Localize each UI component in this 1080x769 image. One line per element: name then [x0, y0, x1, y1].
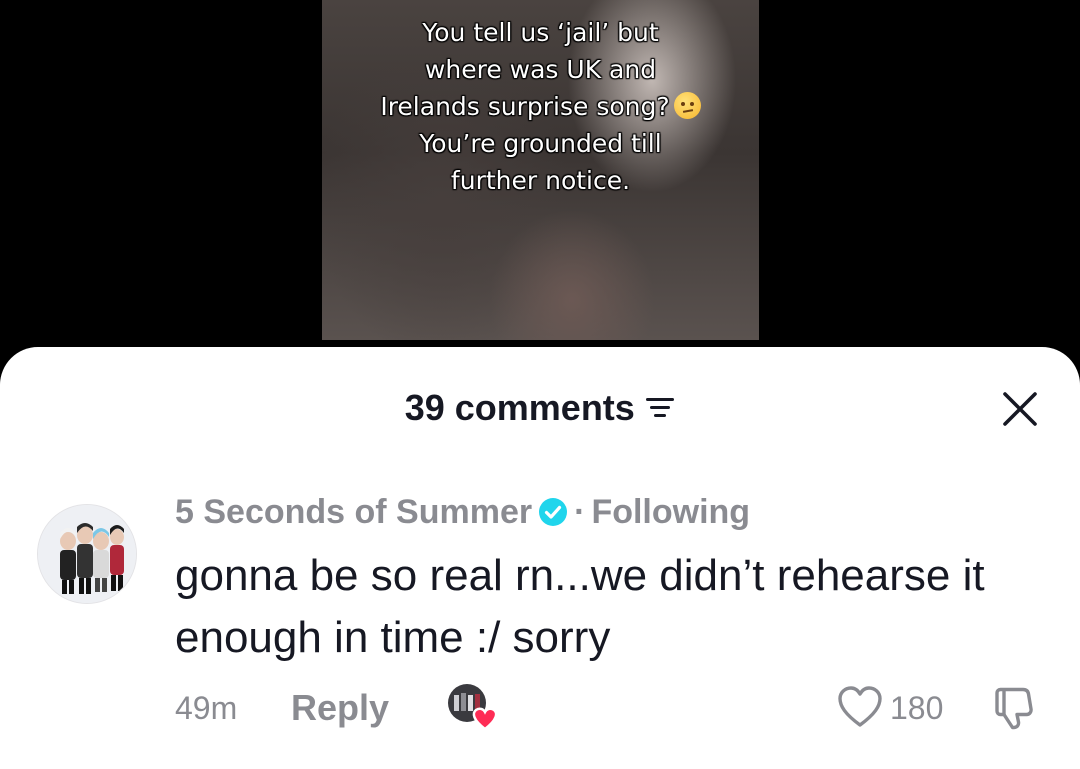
thumbs-down-icon [993, 687, 1039, 735]
meta-separator: · [574, 493, 586, 531]
caption-line: further notice. [450, 166, 631, 195]
comment-text: gonna be so real rn...we didn’t rehearse… [175, 551, 985, 662]
raised-eyebrow-face-emoji-icon [673, 92, 701, 119]
comments-header: 39 comments [0, 385, 1080, 431]
caption-line: You’re grounded till [419, 129, 662, 158]
avatar[interactable] [37, 504, 137, 604]
caption-line-text: Irelands surprise song? [380, 92, 670, 121]
following-label: Following [591, 493, 751, 531]
comment-count: 39 comments [404, 387, 635, 428]
screen: You tell us ‘jail’ but where was UK and … [0, 0, 1080, 769]
like-button[interactable]: 180 [837, 685, 943, 733]
comment-footer: 49m Reply 180 [175, 683, 1080, 733]
dislike-button[interactable] [993, 685, 1039, 736]
video-preview[interactable]: You tell us ‘jail’ but where was UK and … [322, 0, 759, 340]
caption-line: Irelands surprise song? [322, 88, 759, 125]
verified-badge-icon [538, 496, 568, 536]
caption-line: You tell us ‘jail’ but [422, 18, 659, 47]
sort-filter-icon[interactable] [645, 396, 675, 425]
like-count: 180 [890, 690, 944, 726]
comment-time: 49m [175, 690, 238, 726]
comment-author[interactable]: 5 Seconds of Summer [175, 493, 532, 531]
video-caption: You tell us ‘jail’ but where was UK and … [322, 14, 759, 199]
heart-icon [837, 686, 883, 733]
liked-by-creator-badge [445, 683, 501, 731]
caption-line: where was UK and [424, 55, 657, 84]
close-icon[interactable] [1000, 389, 1040, 429]
comment-meta: 5 Seconds of Summer · Following [175, 492, 750, 536]
reply-button[interactable]: Reply [291, 687, 389, 729]
